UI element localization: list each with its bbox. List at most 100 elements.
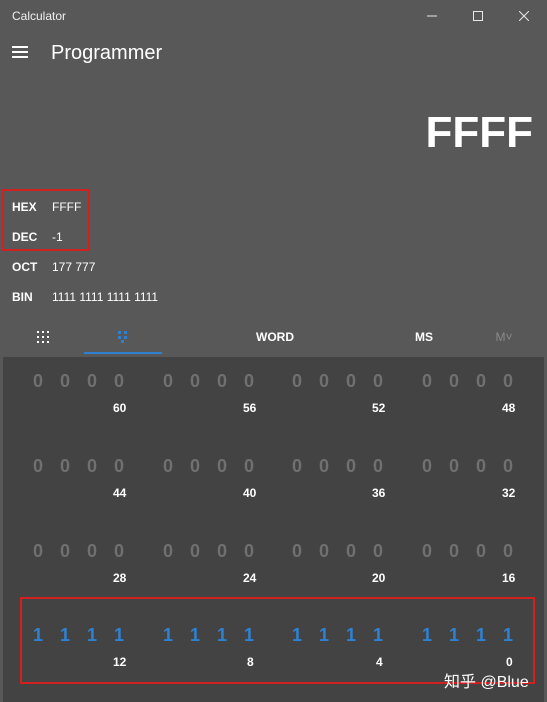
maximize-button[interactable] (455, 0, 501, 32)
bit-toggle[interactable]: 0 (417, 371, 437, 392)
bit-toggle[interactable]: 0 (444, 456, 464, 477)
bit-index-label: 20 (372, 571, 386, 585)
word-size-button[interactable]: WORD (240, 320, 310, 354)
bit-group: 0 0 0 0 44 (28, 456, 128, 516)
bit-toggle[interactable]: 0 (185, 371, 205, 392)
bit-toggle[interactable]: 0 (55, 371, 75, 392)
app-title: Calculator (12, 9, 67, 23)
bit-index-label: 48 (502, 401, 516, 415)
toolbar: WORD MS M˅ (0, 320, 547, 356)
bit-group: 0 0 0 0 28 (28, 541, 128, 601)
bit-toggle[interactable]: 0 (498, 456, 518, 477)
bit-index-label: 40 (243, 486, 257, 500)
bit-toggle[interactable]: 0 (158, 541, 178, 562)
bit-toggle[interactable]: 0 (314, 456, 334, 477)
bit-group: 0 0 0 0 52 (287, 371, 387, 431)
bit-toggle[interactable]: 0 (212, 371, 232, 392)
bit-toggle[interactable]: 0 (212, 541, 232, 562)
bit-toggle[interactable]: 0 (368, 456, 388, 477)
bit-group: 0 0 0 0 40 (158, 456, 258, 516)
radix-oct[interactable]: OCT 177 777 (0, 252, 300, 282)
bit-toggle[interactable]: 0 (444, 541, 464, 562)
bit-toggle[interactable]: 0 (55, 456, 75, 477)
memory-list-button[interactable]: M˅ (486, 320, 522, 354)
bit-toggle-icon (118, 331, 127, 343)
bit-toggle[interactable]: 0 (109, 456, 129, 477)
bit-toggle[interactable]: 0 (28, 456, 48, 477)
bit-index-label: 32 (502, 486, 516, 500)
bit-toggle[interactable]: 0 (239, 541, 259, 562)
close-button[interactable] (501, 0, 547, 32)
bit-toggle[interactable]: 0 (498, 371, 518, 392)
bit-toggle[interactable]: 0 (158, 456, 178, 477)
bit-group: 0 0 0 0 60 (28, 371, 128, 431)
bit-toggle[interactable]: 0 (109, 541, 129, 562)
keypad-icon (37, 331, 49, 343)
bit-group: 0 0 0 0 16 (417, 541, 517, 601)
bit-toggle[interactable]: 0 (28, 541, 48, 562)
bit-toggle[interactable]: 0 (109, 371, 129, 392)
bit-toggle[interactable]: 0 (28, 371, 48, 392)
title-bar: Calculator (0, 0, 547, 32)
bit-toggle[interactable]: 0 (341, 541, 361, 562)
bit-index-label: 28 (113, 571, 127, 585)
bit-toggle[interactable]: 0 (82, 541, 102, 562)
bit-toggle[interactable]: 0 (185, 541, 205, 562)
bit-group: 0 0 0 0 36 (287, 456, 387, 516)
bit-group: 0 0 0 0 20 (287, 541, 387, 601)
bit-toggle[interactable]: 0 (471, 371, 491, 392)
bit-group: 0 0 0 0 56 (158, 371, 258, 431)
bit-toggle[interactable]: 0 (417, 456, 437, 477)
bit-toggle[interactable]: 0 (239, 371, 259, 392)
bit-index-label: 16 (502, 571, 516, 585)
bit-toggle-button[interactable] (84, 320, 162, 354)
bit-toggle[interactable]: 0 (287, 541, 307, 562)
bit-toggle[interactable]: 0 (82, 456, 102, 477)
radix-value: 177 777 (52, 260, 96, 274)
bit-group: 0 0 0 0 48 (417, 371, 517, 431)
bit-toggle[interactable]: 0 (444, 371, 464, 392)
watermark: 知乎 @Blue (444, 674, 529, 691)
bit-index-label: 36 (372, 486, 386, 500)
bit-toggle[interactable]: 0 (287, 456, 307, 477)
bit-toggle[interactable]: 0 (82, 371, 102, 392)
bit-toggle[interactable]: 0 (368, 371, 388, 392)
radix-label: OCT (12, 260, 38, 274)
bit-toggle[interactable]: 0 (471, 541, 491, 562)
bit-group: 0 0 0 0 32 (417, 456, 517, 516)
bit-toggle[interactable]: 0 (417, 541, 437, 562)
mode-title: Programmer (51, 42, 163, 64)
full-keypad-button[interactable] (26, 320, 60, 354)
bit-index-label: 60 (113, 401, 127, 415)
bit-group: 0 0 0 0 24 (158, 541, 258, 601)
bit-toggle[interactable]: 0 (498, 541, 518, 562)
radix-bin[interactable]: BIN 1111 1111 1111 1111 (0, 282, 300, 312)
bit-toggle[interactable]: 0 (314, 541, 334, 562)
bit-toggle[interactable]: 0 (471, 456, 491, 477)
minimize-button[interactable] (409, 0, 455, 32)
memory-store-button[interactable]: MS (404, 320, 444, 354)
bit-toggle[interactable]: 0 (314, 371, 334, 392)
minimize-icon (427, 15, 437, 17)
hamburger-icon[interactable] (12, 46, 28, 58)
bit-toggle[interactable]: 0 (55, 541, 75, 562)
bit-toggle[interactable]: 0 (158, 371, 178, 392)
active-tab-indicator (84, 352, 162, 354)
bit-toggle[interactable]: 0 (341, 371, 361, 392)
bit-index-label: 52 (372, 401, 386, 415)
radix-label: BIN (12, 290, 33, 304)
radix-value: 1111 1111 1111 1111 (52, 290, 159, 304)
annotation-box-radix (2, 189, 90, 251)
bit-index-label: 24 (243, 571, 257, 585)
bit-toggle[interactable]: 0 (341, 456, 361, 477)
bit-toggle[interactable]: 0 (287, 371, 307, 392)
close-icon (519, 11, 529, 21)
bit-toggle[interactable]: 0 (368, 541, 388, 562)
bit-index-label: 44 (113, 486, 127, 500)
result-display: FFFF (425, 108, 533, 157)
bit-index-label: 56 (243, 401, 257, 415)
bit-toggle[interactable]: 0 (185, 456, 205, 477)
bit-toggle[interactable]: 0 (212, 456, 232, 477)
maximize-icon (473, 11, 483, 21)
bit-toggle[interactable]: 0 (239, 456, 259, 477)
